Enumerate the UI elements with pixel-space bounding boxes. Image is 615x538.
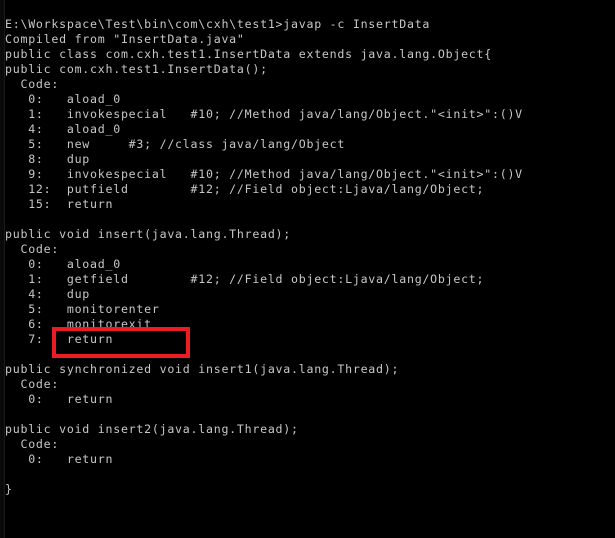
terminal-window[interactable]: E:\Workspace\Test\bin\com\cxh\test1>java… [0,0,615,538]
terminal-output-text: E:\Workspace\Test\bin\com\cxh\test1>java… [5,17,523,496]
